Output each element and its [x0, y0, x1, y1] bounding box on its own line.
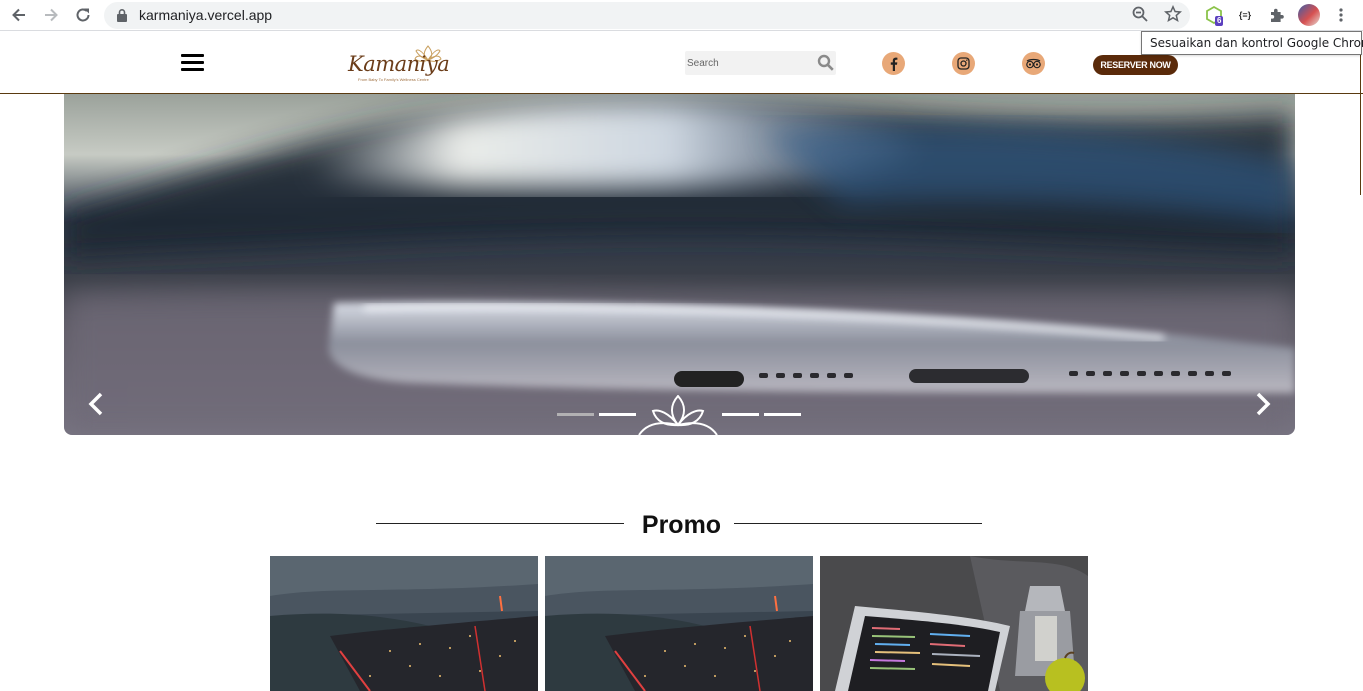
- laptop-code-image: [820, 556, 1088, 691]
- slider-dot[interactable]: [722, 413, 759, 416]
- promo-divider-right: [734, 523, 982, 524]
- city-night-image: [545, 556, 813, 691]
- logo-text: Kamaniya: [348, 52, 450, 76]
- slider-dot[interactable]: [764, 413, 801, 416]
- reserve-now-button[interactable]: RESERVER NOW: [1093, 55, 1178, 75]
- lock-icon: [117, 9, 127, 22]
- forward-button[interactable]: [39, 4, 63, 26]
- chevron-right-icon: [1256, 392, 1271, 416]
- promo-card[interactable]: [270, 556, 538, 691]
- promo-card[interactable]: [820, 556, 1088, 691]
- star-icon: [1164, 5, 1182, 23]
- arrow-left-icon: [12, 8, 25, 22]
- logo-tagline: From Baby To Family's Wellness Centre: [358, 77, 429, 82]
- more-vert-icon: [1339, 8, 1343, 22]
- tripadvisor-link[interactable]: [1022, 52, 1045, 75]
- chrome-menu-tooltip: Sesuaikan dan kontrol Google Chrome: [1141, 31, 1363, 55]
- profile-avatar[interactable]: [1298, 4, 1320, 26]
- site-logo[interactable]: Kamaniya From Baby To Family's Wellness …: [344, 42, 450, 84]
- extension-node[interactable]: 6: [1203, 4, 1225, 26]
- extension-badge: 6: [1215, 16, 1224, 26]
- hero-slide-image: [64, 93, 1295, 435]
- back-button[interactable]: [7, 4, 31, 26]
- hamburger-menu-button[interactable]: [181, 54, 204, 72]
- instagram-icon: [957, 57, 970, 70]
- facebook-link[interactable]: [882, 52, 905, 75]
- address-bar[interactable]: karmaniya.vercel.app: [104, 2, 1190, 29]
- hero-slider: [64, 93, 1295, 435]
- search-button[interactable]: [817, 54, 835, 72]
- extension-json[interactable]: {≡}: [1234, 4, 1256, 26]
- slider-prev-button[interactable]: [86, 390, 106, 418]
- header-side-border: [1360, 55, 1361, 195]
- reload-button[interactable]: [71, 4, 95, 26]
- search-form: [685, 51, 836, 75]
- arrow-right-icon: [45, 8, 58, 22]
- search-icon: [817, 54, 834, 71]
- tripadvisor-icon: [1026, 58, 1041, 69]
- instagram-link[interactable]: [952, 52, 975, 75]
- slider-dot[interactable]: [599, 413, 636, 416]
- chrome-menu-button[interactable]: [1330, 4, 1352, 26]
- lotus-ornament-icon: [638, 395, 718, 435]
- search-input[interactable]: [685, 51, 810, 75]
- json-icon: {≡}: [1238, 10, 1252, 20]
- promo-card[interactable]: [545, 556, 813, 691]
- facebook-icon: [890, 57, 897, 71]
- browser-toolbar: karmaniya.vercel.app 6 {≡}: [0, 0, 1363, 31]
- zoom-button[interactable]: [1130, 4, 1150, 24]
- bookmark-button[interactable]: [1163, 4, 1183, 24]
- slider-next-button[interactable]: [1253, 390, 1273, 418]
- slider-dot[interactable]: [557, 413, 594, 416]
- url-text: karmaniya.vercel.app: [139, 7, 273, 23]
- chevron-left-icon: [88, 392, 103, 416]
- extensions-menu-button[interactable]: [1266, 4, 1288, 26]
- zoom-out-icon: [1132, 6, 1148, 22]
- reload-icon: [76, 8, 90, 22]
- promo-title: Promo: [641, 511, 722, 539]
- city-night-image: [270, 556, 538, 691]
- puzzle-icon: [1271, 8, 1284, 22]
